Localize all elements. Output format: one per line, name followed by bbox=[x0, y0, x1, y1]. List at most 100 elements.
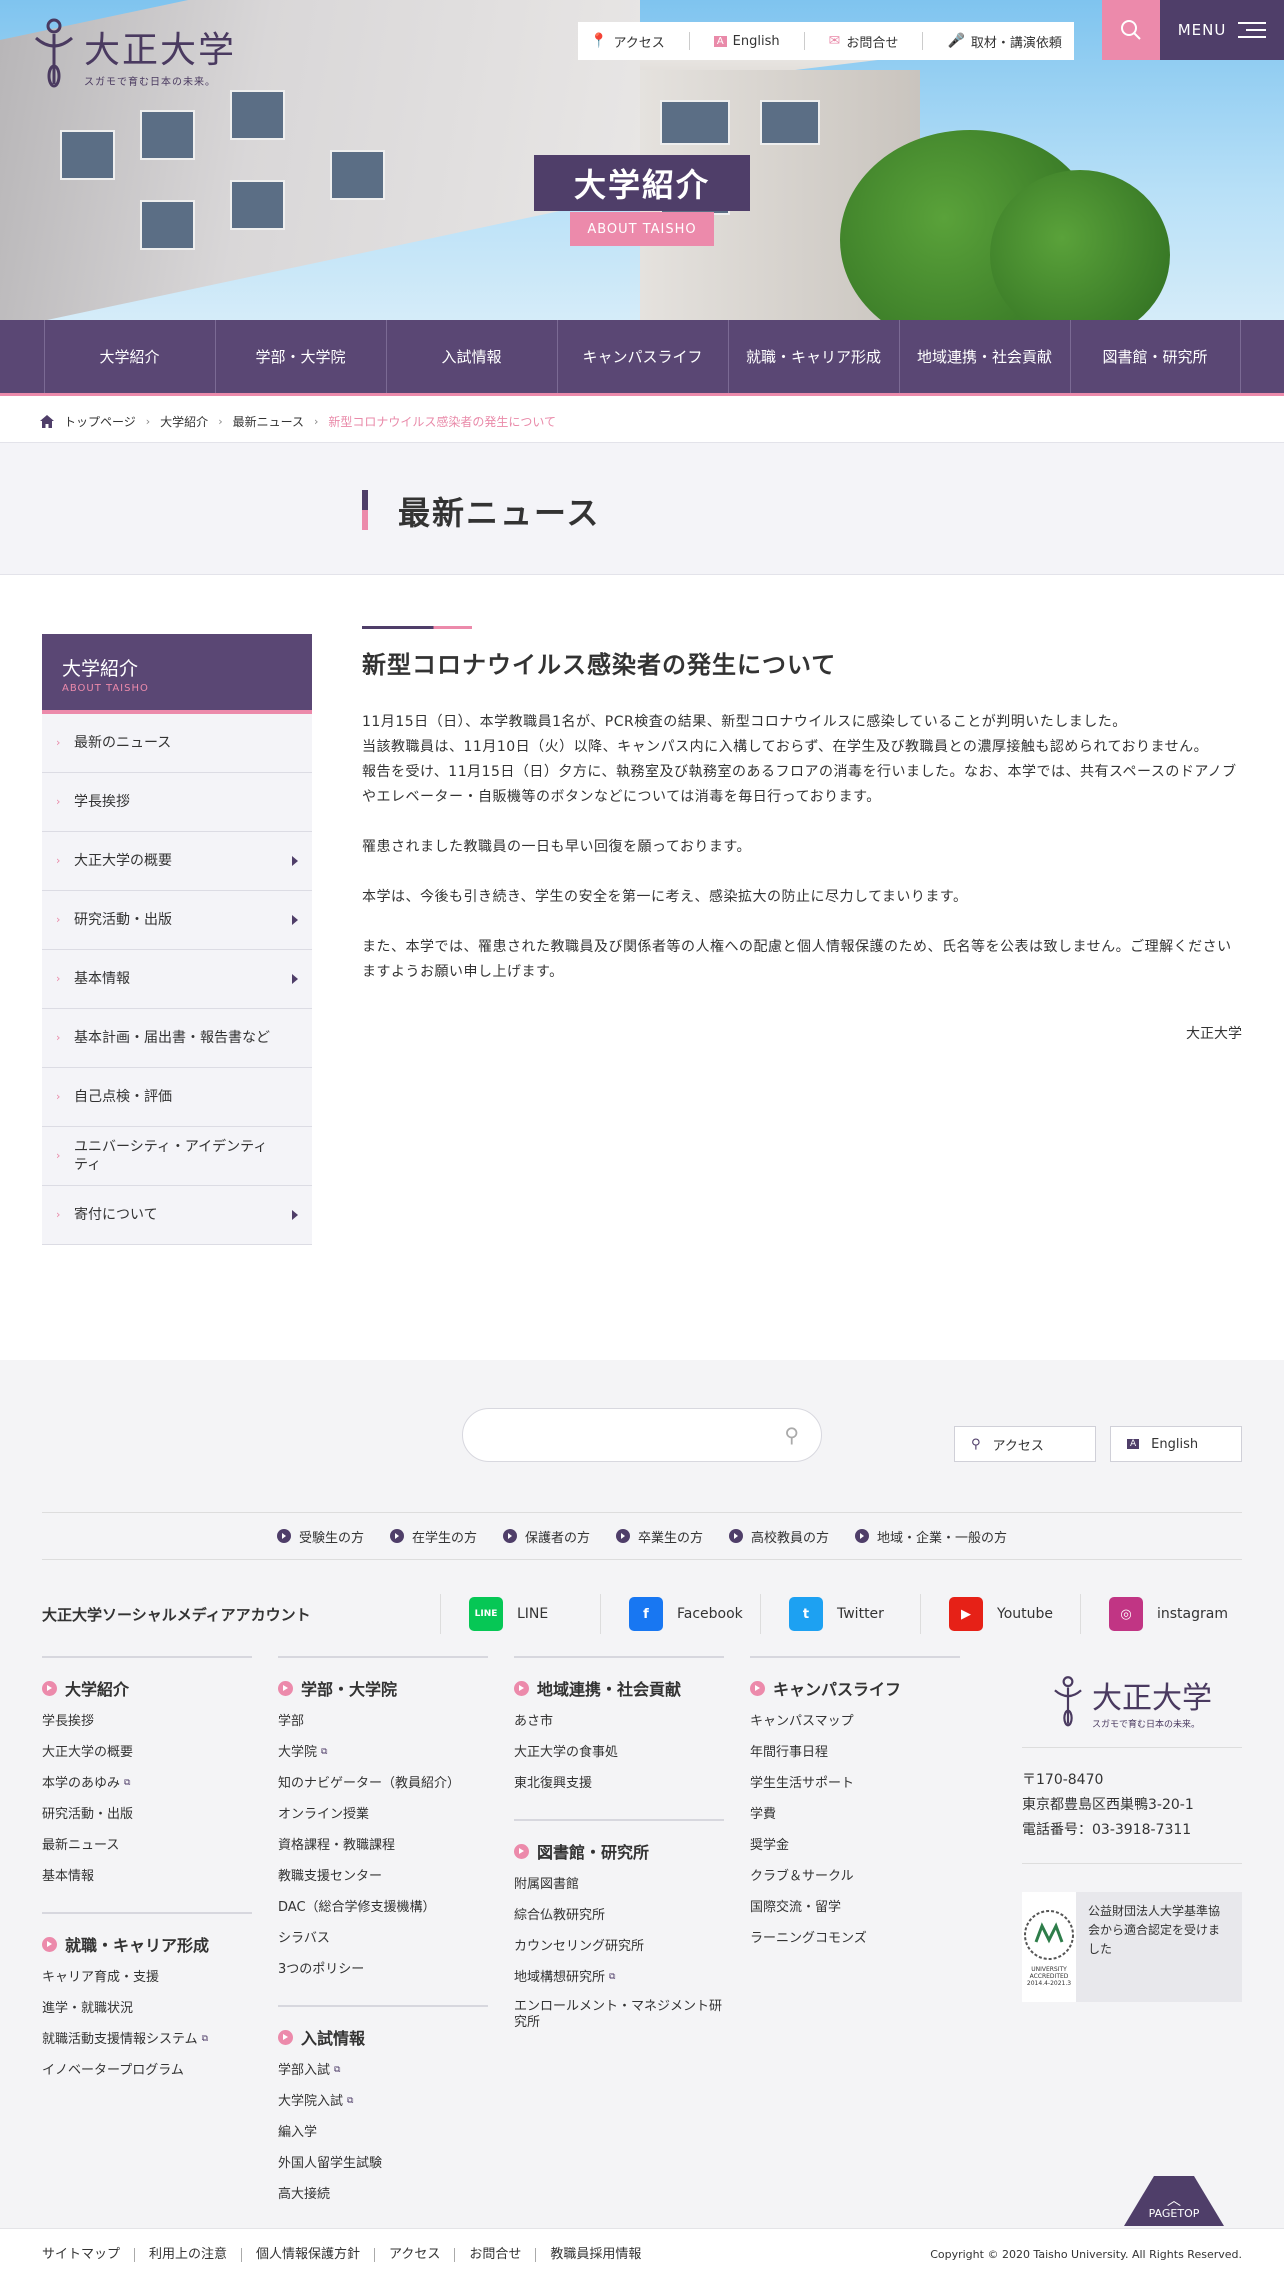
footer-link[interactable]: シラバス bbox=[278, 1923, 488, 1954]
sidebar-item[interactable]: › 基本計画・届出書・報告書など bbox=[42, 1009, 312, 1068]
gnav-about[interactable]: 大学紹介 bbox=[43, 320, 215, 393]
footer-category-title[interactable]: 大学紹介 bbox=[42, 1676, 252, 1700]
accreditation-banner[interactable]: UNIVERSITY ACCREDITED 2014.4-2021.3 公益財団… bbox=[1022, 1892, 1242, 2002]
footer-link[interactable]: 年間行事日程 bbox=[750, 1737, 960, 1768]
footer-link[interactable]: 学費 bbox=[750, 1799, 960, 1830]
footer-search-input[interactable]: ⚲ bbox=[462, 1408, 822, 1462]
gnav-career[interactable]: 就職・キャリア形成 bbox=[727, 320, 899, 393]
social-link-line[interactable]: LINE LINE bbox=[440, 1594, 600, 1634]
footer-category-title[interactable]: 就職・キャリア形成 bbox=[42, 1932, 252, 1956]
footer-category-title[interactable]: キャンパスライフ bbox=[750, 1676, 960, 1700]
footer-category-title[interactable]: 入試情報 bbox=[278, 2025, 488, 2049]
footer-link[interactable]: あさ市 bbox=[514, 1706, 724, 1737]
site-logo[interactable]: 大正大学 スガモで育む日本の未来。 bbox=[32, 14, 236, 94]
footer-link[interactable]: 資格課程・教職課程 bbox=[278, 1830, 488, 1861]
footer-link[interactable]: 研究活動・出版 bbox=[42, 1799, 252, 1830]
footer-english-button[interactable]: A English bbox=[1110, 1426, 1242, 1462]
footer-link[interactable]: クラブ＆サークル bbox=[750, 1861, 960, 1892]
footer-link[interactable]: 学長挨拶 bbox=[42, 1706, 252, 1737]
sidebar-item[interactable]: › 寄付について bbox=[42, 1186, 312, 1245]
breadcrumb-about[interactable]: 大学紹介 bbox=[160, 413, 208, 430]
audience-link[interactable]: 高校教員の方 bbox=[729, 1527, 829, 1546]
footer-link[interactable]: 高大接続 bbox=[278, 2179, 488, 2210]
gnav-library[interactable]: 図書館・研究所 bbox=[1069, 320, 1241, 393]
footer-link[interactable]: 学部入試 ⧉ bbox=[278, 2055, 488, 2086]
sidebar-item[interactable]: › 最新のニュース bbox=[42, 714, 312, 773]
social-link-instagram[interactable]: ◎ instagram bbox=[1080, 1594, 1240, 1634]
footer-link[interactable]: 東北復興支援 bbox=[514, 1768, 724, 1799]
sidebar-header[interactable]: 大学紹介 ABOUT TAISHO bbox=[42, 634, 312, 714]
footer-logo[interactable]: 大正大学 スガモで育む日本の未来。 bbox=[1022, 1656, 1242, 1748]
footer-link[interactable]: エンロールメント・マネジメント研究所 bbox=[514, 1993, 724, 2037]
breadcrumb-home[interactable]: トップページ bbox=[64, 413, 136, 430]
bottom-link[interactable]: アクセス bbox=[374, 2247, 454, 2262]
bottom-link[interactable]: お問合せ bbox=[454, 2247, 535, 2262]
footer-link[interactable]: 大正大学の概要 bbox=[42, 1737, 252, 1768]
expand-arrow-icon[interactable] bbox=[292, 856, 298, 866]
footer-link[interactable]: 就職活動支援情報システム ⧉ bbox=[42, 2024, 252, 2055]
expand-arrow-icon[interactable] bbox=[292, 974, 298, 984]
bottom-link[interactable]: 個人情報保護方針 bbox=[241, 2247, 374, 2262]
audience-link[interactable]: 地域・企業・一般の方 bbox=[855, 1527, 1007, 1546]
sidebar-item[interactable]: › 学長挨拶 bbox=[42, 773, 312, 832]
sidebar-item[interactable]: › 基本情報 bbox=[42, 950, 312, 1009]
footer-link[interactable]: オンライン授業 bbox=[278, 1799, 488, 1830]
footer-access-button[interactable]: ⚲ アクセス bbox=[954, 1426, 1096, 1462]
access-link[interactable]: 📍 アクセス bbox=[590, 32, 665, 51]
footer-link[interactable]: カウンセリング研究所 bbox=[514, 1931, 724, 1962]
footer-link[interactable]: 大学院入試 ⧉ bbox=[278, 2086, 488, 2117]
search-button[interactable] bbox=[1102, 0, 1160, 60]
footer-link[interactable]: 地域構想研究所 ⧉ bbox=[514, 1962, 724, 1993]
breadcrumb-news[interactable]: 最新ニュース bbox=[233, 413, 304, 430]
footer-category-title[interactable]: 地域連携・社会貢献 bbox=[514, 1676, 724, 1700]
footer-link[interactable]: DAC（総合学修支援機構） bbox=[278, 1892, 488, 1923]
gnav-faculties[interactable]: 学部・大学院 bbox=[214, 320, 386, 393]
footer-link[interactable]: 学部 bbox=[278, 1706, 488, 1737]
gnav-admissions[interactable]: 入試情報 bbox=[385, 320, 557, 393]
footer-link[interactable]: 綜合仏教研究所 bbox=[514, 1900, 724, 1931]
expand-arrow-icon[interactable] bbox=[292, 915, 298, 925]
footer-link[interactable]: 大学院 ⧉ bbox=[278, 1737, 488, 1768]
sidebar-item[interactable]: › ユニバーシティ・アイデンティティ bbox=[42, 1127, 312, 1186]
footer-link[interactable]: 最新ニュース bbox=[42, 1830, 252, 1861]
press-link[interactable]: 🎤 取材・講演依頼 bbox=[947, 32, 1061, 51]
footer-category-title[interactable]: 図書館・研究所 bbox=[514, 1839, 724, 1863]
audience-link[interactable]: 受験生の方 bbox=[276, 1527, 364, 1546]
footer-link[interactable]: 進学・就職状況 bbox=[42, 1993, 252, 2024]
audience-link[interactable]: 保護者の方 bbox=[502, 1527, 590, 1546]
footer-link[interactable]: 3つのポリシー bbox=[278, 1954, 488, 1985]
footer-link[interactable]: 国際交流・留学 bbox=[750, 1892, 960, 1923]
social-link-twitter[interactable]: t Twitter bbox=[760, 1594, 920, 1634]
footer-link[interactable]: キャンパスマップ bbox=[750, 1706, 960, 1737]
gnav-community[interactable]: 地域連携・社会貢献 bbox=[898, 320, 1070, 393]
gnav-campus-life[interactable]: キャンパスライフ bbox=[556, 320, 728, 393]
sidebar-item[interactable]: › 研究活動・出版 bbox=[42, 891, 312, 950]
sidebar-item[interactable]: › 大正大学の概要 bbox=[42, 832, 312, 891]
english-link[interactable]: A English bbox=[713, 34, 780, 49]
footer-link[interactable]: ラーニングコモンズ bbox=[750, 1923, 960, 1954]
footer-category-title[interactable]: 学部・大学院 bbox=[278, 1676, 488, 1700]
menu-button[interactable]: MENU bbox=[1160, 0, 1284, 60]
expand-arrow-icon[interactable] bbox=[292, 1210, 298, 1220]
footer-link[interactable]: 附属図書館 bbox=[514, 1869, 724, 1900]
footer-link[interactable]: 知のナビゲーター（教員紹介） bbox=[278, 1768, 488, 1799]
footer-link[interactable]: 基本情報 bbox=[42, 1861, 252, 1892]
bottom-link[interactable]: サイトマップ bbox=[42, 2247, 134, 2262]
footer-link[interactable]: 奨学金 bbox=[750, 1830, 960, 1861]
footer-link[interactable]: 外国人留学生試験 bbox=[278, 2148, 488, 2179]
audience-link[interactable]: 卒業生の方 bbox=[616, 1527, 703, 1546]
footer-link[interactable]: 教職支援センター bbox=[278, 1861, 488, 1892]
footer-link[interactable]: 編入学 bbox=[278, 2117, 488, 2148]
audience-link[interactable]: 在学生の方 bbox=[389, 1527, 477, 1546]
social-link-facebook[interactable]: f Facebook bbox=[600, 1594, 760, 1634]
bottom-link[interactable]: 教職員採用情報 bbox=[535, 2247, 655, 2262]
bottom-link[interactable]: 利用上の注意 bbox=[134, 2247, 241, 2262]
social-link-youtube[interactable]: ▶ Youtube bbox=[920, 1594, 1080, 1634]
sidebar-item[interactable]: › 自己点検・評価 bbox=[42, 1068, 312, 1127]
footer-link[interactable]: 本学のあゆみ ⧉ bbox=[42, 1768, 252, 1799]
contact-link[interactable]: ✉ お問合せ bbox=[829, 32, 899, 51]
footer-link[interactable]: 大正大学の食事処 bbox=[514, 1737, 724, 1768]
footer-link[interactable]: イノベータープログラム bbox=[42, 2055, 252, 2086]
footer-link[interactable]: 学生生活サポート bbox=[750, 1768, 960, 1799]
footer-link[interactable]: キャリア育成・支援 bbox=[42, 1962, 252, 1993]
